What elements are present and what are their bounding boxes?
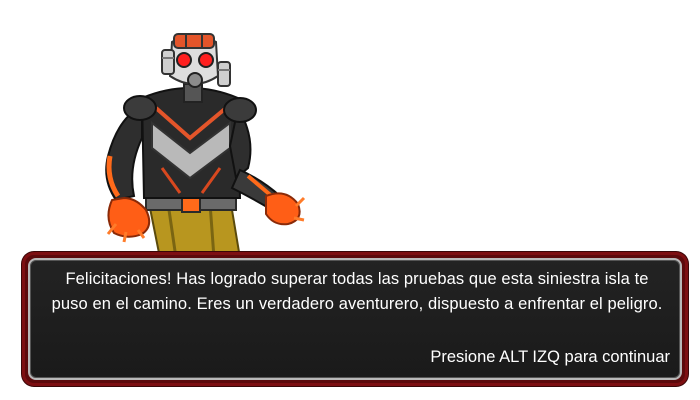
character-left-hand [107, 196, 151, 238]
character-right-eye [198, 52, 214, 68]
dialog-message: Felicitaciones! Has logrado superar toda… [51, 270, 663, 313]
character-left-eye [176, 52, 192, 68]
dialog-panel: Felicitaciones! Has logrado superar toda… [28, 258, 682, 380]
game-scene: Felicitaciones! Has logrado superar toda… [0, 0, 700, 400]
gas-mask-robot-character [105, 33, 306, 258]
continue-prompt[interactable]: Presione ALT IZQ para continuar [430, 347, 670, 367]
dialog-box: Felicitaciones! Has logrado superar toda… [22, 252, 688, 386]
character-right-canister [217, 61, 231, 87]
character-left-canister [161, 49, 175, 75]
